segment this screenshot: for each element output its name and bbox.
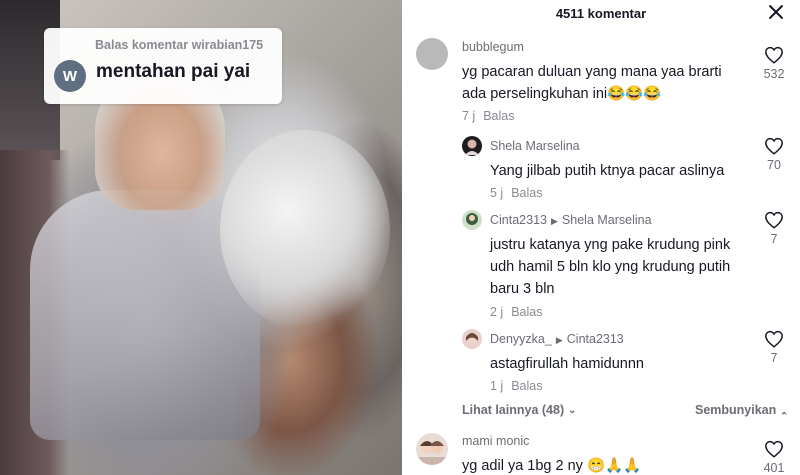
reply-to-arrow-icon: ▶ bbox=[555, 335, 563, 345]
video-player[interactable]: Balas komentar wirabian175 W mentahan pa… bbox=[0, 0, 402, 475]
like-button[interactable]: 7 bbox=[754, 330, 794, 365]
heart-outline-icon bbox=[765, 137, 783, 155]
chevron-down-icon: ⌄ bbox=[568, 405, 577, 416]
reply-meta: 5 j Balas bbox=[490, 186, 542, 200]
like-count: 70 bbox=[767, 158, 781, 172]
video-figure-shape bbox=[220, 130, 390, 330]
avatar[interactable] bbox=[462, 210, 482, 230]
reply-text: Yang jilbab putih ktnya pacar aslinya bbox=[490, 163, 725, 179]
reply-to-arrow-icon: ▶ bbox=[551, 216, 558, 226]
heart-outline-icon bbox=[765, 211, 783, 229]
reply-button[interactable]: Balas bbox=[483, 109, 514, 123]
like-count: 7 bbox=[770, 232, 778, 246]
like-button[interactable]: 532 bbox=[754, 46, 794, 81]
reply-button[interactable]: Balas bbox=[511, 305, 542, 319]
comment-username[interactable]: mami monic bbox=[462, 434, 529, 448]
reply-text: justru katanya yng pake krudung pink udh… bbox=[490, 237, 731, 297]
heart-outline-icon bbox=[765, 46, 783, 64]
reply-author[interactable]: Cinta2313 bbox=[490, 213, 547, 227]
view-more-label: Lihat lainnya (48) bbox=[462, 403, 565, 417]
reply-username: Cinta2313 ▶ Shela Marselina bbox=[490, 213, 652, 227]
reply-to-user[interactable]: Shela Marselina bbox=[562, 213, 652, 227]
view-more-replies-button[interactable]: Lihat lainnya (48) ⌄ bbox=[462, 403, 577, 417]
reply-button[interactable]: Balas bbox=[511, 379, 542, 393]
avatar[interactable] bbox=[462, 329, 482, 349]
avatar[interactable] bbox=[416, 433, 448, 465]
comment-text: yg pacaran duluan yang mana yaa brarti a… bbox=[462, 64, 722, 102]
reply-author[interactable]: Denyyzka_ bbox=[490, 332, 552, 346]
avatar[interactable] bbox=[462, 136, 482, 156]
comment-time: 7 j bbox=[462, 109, 476, 123]
comments-count-title: 4511 komentar bbox=[555, 6, 647, 21]
like-button[interactable]: 401 bbox=[754, 440, 794, 475]
reply-username: Denyyzka_ ▶ Cinta2313 bbox=[490, 332, 624, 346]
avatar[interactable] bbox=[416, 38, 448, 70]
like-count: 7 bbox=[770, 351, 778, 365]
reply-username[interactable]: Shela Marselina bbox=[490, 139, 580, 153]
reply-sticker: Balas komentar wirabian175 W mentahan pa… bbox=[44, 28, 282, 104]
like-count: 532 bbox=[763, 67, 785, 81]
reply-meta: 2 j Balas bbox=[490, 305, 542, 319]
comments-panel: 4511 komentar bubblegum yg pacaran dulua… bbox=[402, 0, 800, 475]
heart-outline-icon bbox=[765, 330, 783, 348]
reply-to-user[interactable]: Cinta2313 bbox=[567, 332, 624, 346]
close-icon[interactable] bbox=[766, 2, 786, 22]
reply-time: 1 j bbox=[490, 379, 504, 393]
hide-replies-label: Sembunyikan bbox=[695, 403, 777, 417]
reply-meta: 1 j Balas bbox=[490, 379, 542, 393]
heart-outline-icon bbox=[765, 440, 783, 458]
reply-button[interactable]: Balas bbox=[511, 186, 542, 200]
chevron-up-icon: ⌄ bbox=[780, 409, 789, 420]
hide-replies-button[interactable]: Sembunyikan ⌄ bbox=[695, 403, 789, 420]
like-count: 401 bbox=[763, 461, 785, 475]
like-button[interactable]: 70 bbox=[754, 137, 794, 172]
reply-sticker-text: mentahan pai yai bbox=[96, 61, 251, 82]
reply-text: astagfirullah hamidunnn bbox=[490, 356, 644, 372]
reply-sticker-label: Balas komentar wirabian175 bbox=[95, 38, 264, 52]
reply-time: 2 j bbox=[490, 305, 504, 319]
comment-text: yg adil ya 1bg 2 ny 😁🙏🙏 bbox=[462, 458, 642, 474]
comment-username[interactable]: bubblegum bbox=[462, 40, 524, 54]
like-button[interactable]: 7 bbox=[754, 211, 794, 246]
comment-meta: 7 j Balas bbox=[462, 109, 514, 123]
reply-sticker-avatar: W bbox=[54, 60, 86, 92]
reply-time: 5 j bbox=[490, 186, 504, 200]
